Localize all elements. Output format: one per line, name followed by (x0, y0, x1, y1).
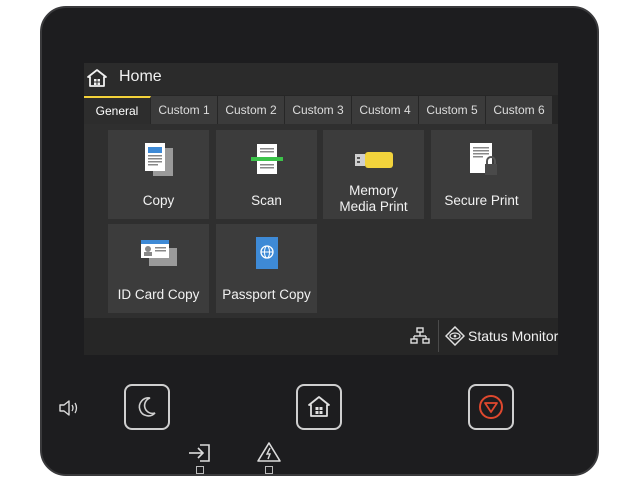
scan-icon (250, 144, 283, 174)
tab-custom-2[interactable]: Custom 2 (218, 96, 285, 124)
scan-tile[interactable]: Scan (216, 130, 317, 219)
tab-custom-1[interactable]: Custom 1 (151, 96, 218, 124)
copy-icon (144, 143, 173, 176)
memory-media-print-tile[interactable]: Memory Media Print (323, 130, 424, 219)
error-warning-icon (257, 442, 281, 462)
copy-label: Copy (142, 193, 175, 208)
passport-copy-label: Passport Copy (222, 287, 311, 302)
sleep-button[interactable] (124, 384, 170, 430)
page-title: Home (119, 68, 162, 85)
passport-copy-tile[interactable]: Passport Copy (216, 224, 317, 313)
tab-custom-6[interactable]: Custom 6 (486, 96, 553, 124)
memory-media-print-label: Memory Media Print (339, 183, 408, 214)
data-indicator-lamp (196, 466, 204, 474)
status-separator (438, 320, 439, 352)
status-monitor-icon (445, 326, 465, 346)
tab-bar: General Custom 1 Custom 2 Custom 3 Custo… (84, 96, 558, 124)
id-card-copy-tile[interactable]: ID Card Copy (108, 224, 209, 313)
secure-print-icon (469, 143, 497, 175)
error-indicator-lamp (265, 466, 273, 474)
function-panel: Copy Scan Memory Media Print Secure Prin… (84, 124, 558, 318)
usb-memory-icon (354, 152, 393, 168)
copy-tile[interactable]: Copy (108, 130, 209, 219)
secure-print-label: Secure Print (444, 193, 519, 208)
id-card-icon (140, 240, 177, 266)
tab-custom-4[interactable]: Custom 4 (352, 96, 419, 124)
passport-icon (255, 237, 278, 269)
scan-label: Scan (251, 193, 282, 208)
sleep-icon (138, 397, 156, 417)
secure-print-tile[interactable]: Secure Print (431, 130, 532, 219)
stop-icon (479, 395, 503, 419)
stop-button[interactable] (468, 384, 514, 430)
tab-custom-3[interactable]: Custom 3 (285, 96, 352, 124)
home-button[interactable] (296, 384, 342, 430)
speaker-icon (59, 400, 78, 416)
home-icon (87, 69, 107, 87)
id-card-copy-label: ID Card Copy (117, 287, 200, 302)
tab-custom-5[interactable]: Custom 5 (419, 96, 486, 124)
network-icon[interactable] (410, 326, 430, 346)
home-icon (308, 396, 330, 417)
status-monitor-button[interactable]: Status Monitor (468, 327, 558, 345)
data-in-icon (189, 444, 210, 462)
tab-general[interactable]: General (84, 96, 151, 124)
